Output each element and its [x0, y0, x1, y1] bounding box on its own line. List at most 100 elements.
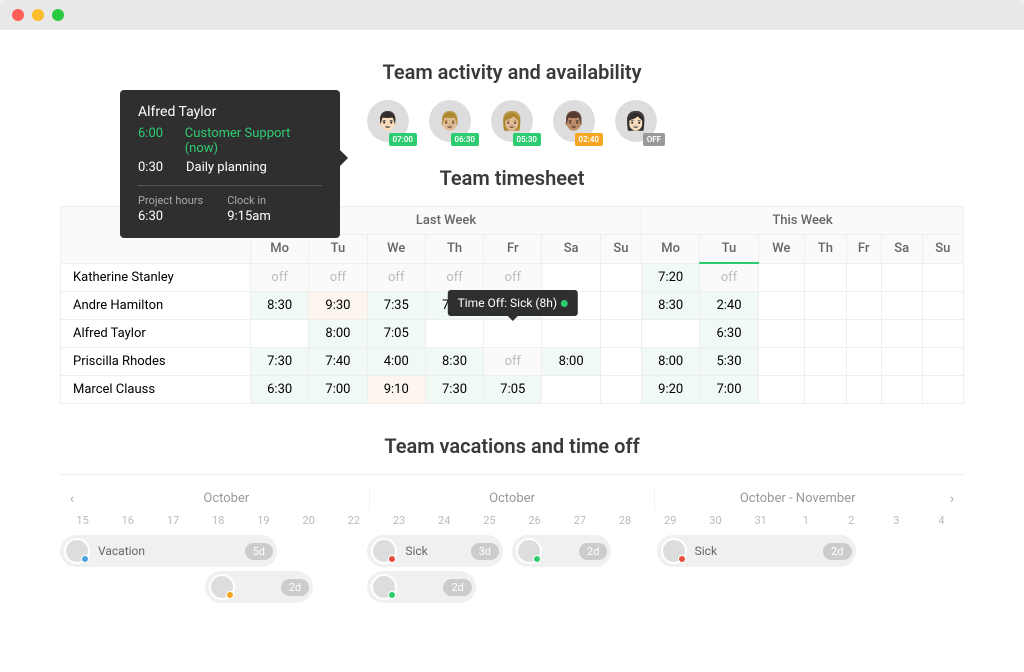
time-cell[interactable]: off [309, 263, 367, 292]
next-month-button[interactable]: › [940, 491, 964, 507]
team-avatar[interactable]: 👩🏻OFF [615, 100, 657, 142]
time-cell[interactable] [251, 320, 309, 348]
time-cell[interactable]: 8:30 [425, 348, 483, 376]
time-cell[interactable] [600, 263, 641, 292]
team-avatar[interactable]: 👨🏻07:00 [367, 100, 409, 142]
time-cell[interactable] [881, 292, 922, 320]
time-cell[interactable] [542, 376, 600, 404]
time-cell[interactable]: off [251, 263, 309, 292]
time-cell[interactable] [881, 320, 922, 348]
time-cell[interactable]: off [484, 348, 542, 376]
time-cell[interactable]: off [367, 263, 425, 292]
time-cell[interactable]: 9:10 [367, 376, 425, 404]
vacation-bar[interactable]: Sick2d [657, 535, 856, 567]
time-cell[interactable]: off [484, 263, 542, 292]
team-avatar[interactable]: 👩🏼05:30 [491, 100, 533, 142]
time-cell[interactable] [922, 320, 963, 348]
time-cell[interactable] [846, 376, 881, 404]
time-cell[interactable] [600, 348, 641, 376]
time-cell[interactable] [642, 320, 700, 348]
time-cell[interactable]: 7:30 [425, 376, 483, 404]
time-cell[interactable] [805, 320, 846, 348]
member-name-cell[interactable]: Alfred Taylor [61, 320, 251, 348]
day-header: We [367, 235, 425, 264]
vacation-bar[interactable]: 2d [367, 571, 475, 603]
vacation-bar[interactable]: Sick3d [367, 535, 503, 567]
tooltip-name: Alfred Taylor [138, 104, 322, 120]
time-cell[interactable]: off [700, 263, 758, 292]
avatar-icon [371, 574, 397, 600]
status-dot-icon [226, 591, 234, 599]
time-cell[interactable]: 7:20 [642, 263, 700, 292]
team-avatar[interactable]: 👨🏽02:40 [553, 100, 595, 142]
table-row: Andre Hamilton8:309:307:357:357:05Time O… [61, 292, 964, 320]
prev-month-button[interactable]: ‹ [60, 491, 84, 507]
time-cell[interactable] [758, 376, 805, 404]
time-cell[interactable] [846, 320, 881, 348]
time-cell[interactable] [600, 292, 641, 320]
time-cell[interactable]: 2:40 [700, 292, 758, 320]
close-icon[interactable] [12, 9, 24, 21]
time-cell[interactable]: off [425, 263, 483, 292]
time-cell[interactable]: 9:20 [642, 376, 700, 404]
minimize-icon[interactable] [32, 9, 44, 21]
member-name-cell[interactable]: Priscilla Rhodes [61, 348, 251, 376]
time-cell[interactable] [758, 263, 805, 292]
time-cell[interactable] [805, 292, 846, 320]
tooltip-entry-time: 6:00 [138, 126, 173, 156]
time-cell[interactable] [922, 292, 963, 320]
time-cell[interactable] [922, 263, 963, 292]
time-cell[interactable] [600, 320, 641, 348]
time-cell[interactable]: 5:30 [700, 348, 758, 376]
time-cell[interactable] [758, 320, 805, 348]
time-cell[interactable]: 8:30 [642, 292, 700, 320]
team-avatar[interactable]: 👨🏼06:30 [429, 100, 471, 142]
time-cell[interactable]: 6:30 [700, 320, 758, 348]
time-cell[interactable]: 7:00 [309, 376, 367, 404]
time-cell[interactable] [881, 348, 922, 376]
time-cell[interactable]: 7:30 [251, 348, 309, 376]
time-cell[interactable] [846, 348, 881, 376]
time-cell[interactable]: 7:00 [700, 376, 758, 404]
time-cell[interactable] [484, 320, 542, 348]
time-cell[interactable]: 8:00 [309, 320, 367, 348]
avatar-icon [516, 538, 542, 564]
vacation-bar[interactable]: 2d [205, 571, 313, 603]
time-cell[interactable]: 8:30 [251, 292, 309, 320]
member-name-cell[interactable]: Marcel Clauss [61, 376, 251, 404]
time-cell[interactable]: 7:05 [484, 376, 542, 404]
availability-badge: OFF [643, 133, 665, 146]
vacation-bar[interactable]: 2d [512, 535, 611, 567]
time-cell[interactable] [846, 263, 881, 292]
time-cell[interactable] [881, 263, 922, 292]
member-name-cell[interactable]: Andre Hamilton [61, 292, 251, 320]
time-cell[interactable] [805, 263, 846, 292]
time-cell[interactable]: 4:00 [367, 348, 425, 376]
time-cell[interactable] [881, 376, 922, 404]
time-cell[interactable] [805, 348, 846, 376]
time-cell[interactable] [425, 320, 483, 348]
time-cell[interactable]: 6:30 [251, 376, 309, 404]
member-name-cell[interactable]: Katherine Stanley [61, 263, 251, 292]
time-cell[interactable]: 7:05 [367, 320, 425, 348]
vacation-bar[interactable]: Vacation5d [60, 535, 277, 567]
day-label: 19 [241, 514, 286, 527]
time-cell[interactable] [542, 263, 600, 292]
time-cell[interactable]: 7:40 [309, 348, 367, 376]
time-cell[interactable] [922, 376, 963, 404]
time-cell[interactable]: 8:00 [642, 348, 700, 376]
time-cell[interactable]: 7:35 [367, 292, 425, 320]
time-cell[interactable] [542, 320, 600, 348]
time-cell[interactable] [758, 348, 805, 376]
time-cell[interactable]: 9:30 [309, 292, 367, 320]
time-cell[interactable]: 7:05Time Off: Sick (8h) [484, 292, 542, 320]
time-cell[interactable] [846, 292, 881, 320]
time-cell[interactable] [805, 376, 846, 404]
time-cell[interactable] [758, 292, 805, 320]
time-cell[interactable] [922, 348, 963, 376]
table-row: Priscilla Rhodes7:307:404:008:30off8:008… [61, 348, 964, 376]
duration-badge: 2d [281, 579, 309, 596]
time-cell[interactable]: 8:00 [542, 348, 600, 376]
time-cell[interactable] [600, 376, 641, 404]
maximize-icon[interactable] [52, 9, 64, 21]
